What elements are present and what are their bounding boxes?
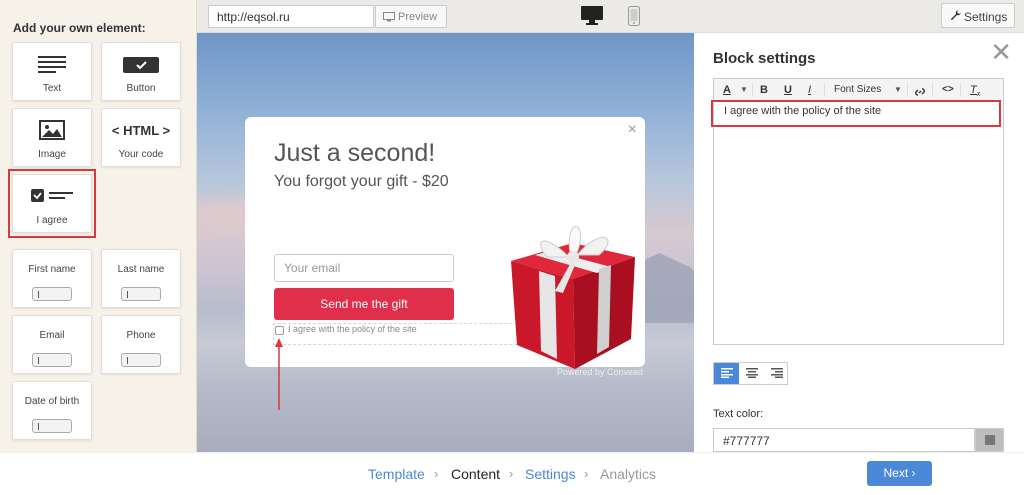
tile-image-label: Image bbox=[38, 149, 66, 160]
align-center-icon bbox=[746, 368, 758, 378]
step-template[interactable]: Template bbox=[368, 466, 425, 482]
mobile-icon[interactable] bbox=[628, 6, 640, 26]
panel-title: Block settings bbox=[713, 50, 816, 67]
input-icon bbox=[121, 287, 161, 301]
step-settings[interactable]: Settings bbox=[525, 466, 576, 482]
tile-image[interactable]: Image bbox=[12, 108, 92, 167]
italic-icon[interactable]: I bbox=[808, 82, 811, 98]
divider bbox=[932, 83, 933, 97]
chevron-right-icon: › bbox=[509, 466, 514, 481]
align-left-button[interactable] bbox=[714, 363, 739, 384]
input-icon bbox=[32, 419, 72, 433]
input-icon bbox=[32, 353, 72, 367]
step-content[interactable]: Content bbox=[451, 466, 500, 482]
arrow-annotation bbox=[275, 338, 283, 410]
tile-code-label: Your code bbox=[118, 149, 164, 160]
divider bbox=[824, 83, 825, 97]
editor-toolbar: A ▼ B U I Font Sizes ▼ <> Tx bbox=[714, 79, 1003, 101]
agree-checkbox[interactable] bbox=[275, 326, 284, 335]
input-icon bbox=[32, 287, 72, 301]
close-icon[interactable]: ✕ bbox=[990, 39, 1012, 65]
align-right-button[interactable] bbox=[764, 363, 789, 384]
popup-subtitle[interactable]: You forgot your gift - $20 bbox=[274, 173, 449, 191]
tile-phone[interactable]: Phone bbox=[101, 315, 181, 374]
align-right-icon bbox=[771, 368, 783, 378]
tile-code[interactable]: < HTML > Your code bbox=[101, 108, 181, 167]
color-swatch-button[interactable] bbox=[975, 428, 1004, 452]
popup: × Just a second! You forgot your gift - … bbox=[245, 117, 645, 377]
chevron-right-icon: › bbox=[434, 466, 439, 481]
tile-text[interactable]: Text bbox=[12, 42, 92, 101]
html-icon: < HTML > bbox=[111, 123, 171, 138]
code-icon[interactable]: <> bbox=[942, 82, 954, 98]
tile-dob-label: Date of birth bbox=[24, 396, 80, 407]
divider bbox=[907, 83, 908, 97]
tile-last-name[interactable]: Last name bbox=[101, 249, 181, 308]
tile-first-name[interactable]: First name bbox=[12, 249, 92, 308]
tile-date-of-birth[interactable]: Date of birth bbox=[12, 381, 92, 440]
agree-text: I agree with the policy of the site bbox=[288, 324, 417, 334]
font-color-icon[interactable]: A bbox=[723, 82, 731, 98]
divider bbox=[960, 83, 961, 97]
clear-format-icon[interactable]: Tx bbox=[970, 82, 980, 98]
popup-close-icon[interactable]: × bbox=[628, 121, 637, 139]
gift-box-image bbox=[511, 226, 635, 369]
next-button[interactable]: Next › bbox=[867, 461, 932, 486]
align-left-icon bbox=[721, 368, 733, 378]
wrench-icon bbox=[951, 10, 961, 20]
powered-by[interactable]: Powered by Convead bbox=[557, 367, 643, 377]
send-gift-button[interactable]: Send me the gift bbox=[274, 288, 454, 320]
tile-last-name-label: Last name bbox=[117, 264, 165, 275]
block-settings-panel: Block settings ✕ A ▼ B U I Font Sizes ▼ … bbox=[694, 33, 1024, 452]
bold-icon[interactable]: B bbox=[760, 82, 768, 98]
desktop-icon[interactable] bbox=[581, 6, 603, 26]
text-color-input[interactable]: #777777 bbox=[713, 428, 975, 452]
tile-email[interactable]: Email bbox=[12, 315, 92, 374]
wizard-nav: Template › Content › Settings › Analytic… bbox=[0, 452, 1024, 495]
tile-email-label: Email bbox=[39, 330, 65, 341]
panel-title: Add your own element: bbox=[13, 21, 146, 35]
input-icon bbox=[121, 353, 161, 367]
button-icon bbox=[123, 57, 159, 73]
next-label: Next bbox=[883, 466, 909, 480]
tile-phone-label: Phone bbox=[126, 330, 156, 341]
text-color-label: Text color: bbox=[713, 408, 764, 420]
divider bbox=[752, 83, 753, 97]
chevron-down-icon[interactable]: ▼ bbox=[740, 82, 748, 98]
link-icon[interactable] bbox=[914, 84, 926, 100]
chevron-right-icon: › bbox=[584, 466, 589, 481]
settings-label: Settings bbox=[964, 10, 1008, 24]
text-icon bbox=[38, 56, 66, 73]
elements-panel: Add your own element: Text Button Image … bbox=[0, 0, 197, 452]
underline-icon[interactable]: U bbox=[784, 82, 792, 98]
tile-button[interactable]: Button bbox=[101, 42, 181, 101]
preview-button[interactable]: Preview bbox=[375, 5, 447, 28]
top-bar: http://eqsol.ru Preview Settings bbox=[197, 0, 1024, 33]
settings-button[interactable]: Settings bbox=[941, 3, 1015, 28]
align-center-button[interactable] bbox=[739, 363, 764, 384]
url-field[interactable]: http://eqsol.ru bbox=[208, 5, 374, 28]
monitor-icon bbox=[383, 12, 395, 22]
font-sizes-select[interactable]: Font Sizes bbox=[834, 82, 881, 98]
step-analytics[interactable]: Analytics bbox=[600, 466, 656, 482]
highlight-box bbox=[711, 100, 1001, 127]
tile-button-label: Button bbox=[126, 83, 156, 94]
tile-first-name-label: First name bbox=[28, 264, 76, 275]
image-icon bbox=[39, 120, 65, 140]
popup-title[interactable]: Just a second! bbox=[274, 139, 435, 168]
tile-text-label: Text bbox=[42, 83, 62, 94]
preview-canvas: × Just a second! You forgot your gift - … bbox=[197, 33, 694, 452]
preview-label: Preview bbox=[398, 11, 438, 23]
alignment-group bbox=[713, 362, 788, 385]
chevron-down-icon[interactable]: ▼ bbox=[894, 82, 902, 98]
email-field[interactable] bbox=[274, 254, 454, 282]
highlight-box bbox=[8, 169, 96, 238]
